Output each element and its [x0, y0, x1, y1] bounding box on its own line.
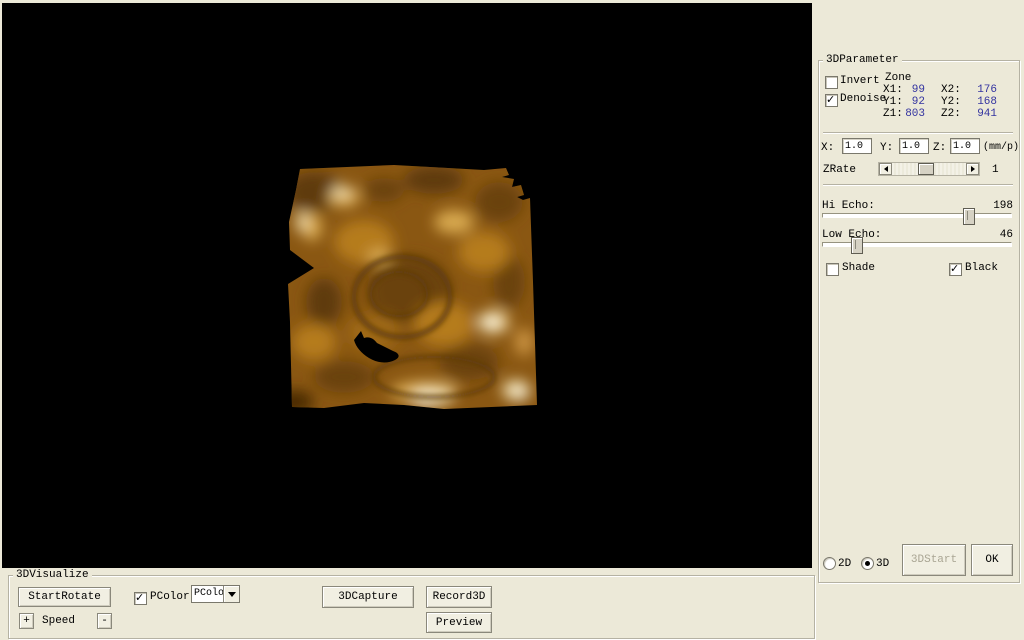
low-echo-slider[interactable]	[822, 242, 1012, 247]
hi-echo-label: Hi Echo:	[822, 200, 875, 212]
mode-2d-label: 2D	[838, 558, 851, 570]
parameter-group-title: 3DParameter	[823, 54, 902, 66]
zrate-label: ZRate	[823, 164, 856, 176]
zone-title: Zone	[885, 72, 911, 84]
hi-echo-slider-thumb[interactable]	[963, 208, 975, 225]
start-rotate-button[interactable]: StartRotate	[18, 587, 111, 607]
render-viewport[interactable]	[2, 3, 812, 568]
visualize-group: 3DVisualize StartRotate + Speed - PColor…	[8, 575, 815, 639]
preview-button[interactable]: Preview	[426, 612, 492, 633]
speed-label: Speed	[42, 615, 75, 627]
zrate-scroll-thumb[interactable]	[918, 163, 934, 175]
speed-minus-button[interactable]: -	[97, 613, 112, 629]
visualize-group-title: 3DVisualize	[13, 569, 92, 581]
pcolor-checkbox[interactable]	[134, 592, 147, 605]
shade-label: Shade	[842, 262, 875, 274]
pcolor-select-value: PColor	[192, 586, 223, 602]
app-window: 3DParameter Invert Denoise Zone X1: 99 X…	[0, 0, 1024, 640]
zone-z1-value: 803	[897, 108, 925, 120]
z-scale-label: Z:	[933, 142, 946, 154]
zrate-scroll-track[interactable]	[892, 163, 966, 175]
mode-2d-radio[interactable]	[823, 557, 836, 570]
parameter-group: 3DParameter Invert Denoise Zone X1: 99 X…	[818, 60, 1020, 583]
zone-x2-value: 176	[965, 84, 997, 96]
x-scale-input[interactable]	[842, 138, 872, 154]
low-echo-slider-thumb[interactable]	[851, 237, 863, 254]
zone-y2-label: Y2:	[941, 96, 961, 108]
zrate-scroll-left-button[interactable]	[879, 163, 892, 175]
hi-echo-slider[interactable]	[822, 213, 1012, 218]
mode-3d-radio[interactable]	[861, 557, 874, 570]
zrate-value: 1	[992, 164, 999, 176]
zone-y1-value: 92	[897, 96, 925, 108]
hi-echo-value: 198	[969, 200, 1013, 212]
record3d-button[interactable]: Record3D	[426, 586, 492, 608]
zone-z2-label: Z2:	[941, 108, 961, 120]
pcolor-label: PColor	[150, 591, 190, 603]
shade-checkbox[interactable]	[826, 263, 839, 276]
invert-checkbox[interactable]	[825, 76, 838, 89]
3dcapture-button[interactable]: 3DCapture	[322, 586, 414, 608]
pcolor-select[interactable]: PColor	[191, 585, 240, 603]
mode-3d-label: 3D	[876, 558, 889, 570]
ok-button[interactable]: OK	[971, 544, 1013, 576]
low-echo-value: 46	[969, 229, 1013, 241]
zone-z2-value: 941	[965, 108, 997, 120]
black-label: Black	[965, 262, 998, 274]
scroll-left-icon	[884, 166, 888, 172]
3dstart-button[interactable]: 3DStart	[902, 544, 966, 576]
separator	[823, 184, 1013, 186]
scale-unit-label: (mm/p)	[983, 142, 1019, 154]
zone-y2-value: 168	[965, 96, 997, 108]
x-scale-label: X:	[821, 142, 834, 154]
zrate-scroll-right-button[interactable]	[966, 163, 979, 175]
zone-x1-value: 99	[897, 84, 925, 96]
render-3d-surface[interactable]	[284, 162, 540, 410]
black-checkbox[interactable]	[949, 263, 962, 276]
denoise-label: Denoise	[840, 93, 886, 105]
pcolor-select-button[interactable]	[223, 586, 239, 602]
invert-label: Invert	[840, 75, 880, 87]
chevron-down-icon	[228, 592, 236, 597]
y-scale-label: Y:	[880, 142, 893, 154]
zone-x2-label: X2:	[941, 84, 961, 96]
zrate-scrollbar[interactable]	[878, 162, 980, 176]
y-scale-input[interactable]	[899, 138, 929, 154]
scroll-right-icon	[971, 166, 975, 172]
z-scale-input[interactable]	[950, 138, 980, 154]
denoise-checkbox[interactable]	[825, 94, 838, 107]
speed-plus-button[interactable]: +	[19, 613, 34, 629]
separator	[823, 132, 1013, 134]
